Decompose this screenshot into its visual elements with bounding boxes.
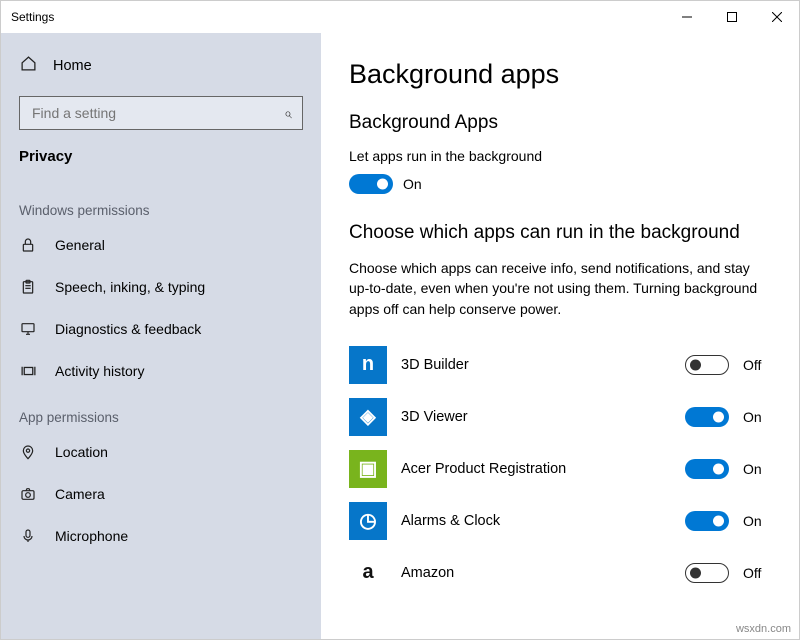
- master-toggle-state: On: [403, 176, 422, 192]
- sidebar-item-label: General: [55, 237, 105, 253]
- sidebar-item-activity-history[interactable]: Activity history: [1, 350, 321, 392]
- app-toggle[interactable]: [685, 355, 729, 375]
- search-input[interactable]: [30, 104, 284, 122]
- app-icon: ◈: [349, 398, 387, 436]
- maximize-button[interactable]: [709, 1, 754, 33]
- microphone-icon: [19, 527, 37, 545]
- sidebar-item-location[interactable]: Location: [1, 431, 321, 473]
- app-toggle-state: On: [743, 461, 771, 477]
- app-row: ◷ Alarms & Clock On: [349, 495, 771, 547]
- page-title: Background apps: [349, 59, 771, 90]
- sidebar-item-label: Diagnostics & feedback: [55, 321, 201, 337]
- sidebar-item-camera[interactable]: Camera: [1, 473, 321, 515]
- app-name: 3D Viewer: [401, 409, 671, 425]
- clipboard-icon: [19, 278, 37, 296]
- minimize-icon: [682, 12, 692, 22]
- camera-icon: [19, 485, 37, 503]
- home-nav[interactable]: Home: [1, 45, 321, 86]
- master-toggle-label: Let apps run in the background: [349, 148, 771, 164]
- close-icon: [772, 12, 782, 22]
- sidebar-item-label: Microphone: [55, 528, 128, 544]
- app-icon: a: [349, 554, 387, 592]
- choose-section-desc: Choose which apps can receive info, send…: [349, 258, 769, 319]
- master-toggle[interactable]: [349, 174, 393, 194]
- location-icon: [19, 443, 37, 461]
- maximize-icon: [727, 12, 737, 22]
- app-toggle[interactable]: [685, 511, 729, 531]
- app-row: ◈ 3D Viewer On: [349, 391, 771, 443]
- app-toggle[interactable]: [685, 459, 729, 479]
- search-icon: ⌕: [284, 105, 292, 122]
- app-name: Acer Product Registration: [401, 461, 671, 477]
- sidebar-item-label: Activity history: [55, 363, 144, 379]
- section-app-permissions: App permissions: [1, 392, 321, 431]
- app-row: a Amazon Off: [349, 547, 771, 599]
- sidebar-item-diagnostics-feedback[interactable]: Diagnostics & feedback: [1, 308, 321, 350]
- app-name: Amazon: [401, 565, 671, 581]
- app-toggle-state: On: [743, 513, 771, 529]
- sidebar-item-label: Speech, inking, & typing: [55, 279, 205, 295]
- app-toggle-state: Off: [743, 565, 771, 581]
- app-list: n 3D Builder Off ◈ 3D Viewer On ▣ Acer Product …: [349, 339, 771, 599]
- app-name: Alarms & Clock: [401, 513, 671, 529]
- app-name: 3D Builder: [401, 357, 671, 373]
- app-icon: ◷: [349, 502, 387, 540]
- lock-icon: [19, 236, 37, 254]
- app-row: n 3D Builder Off: [349, 339, 771, 391]
- app-toggle-state: Off: [743, 357, 771, 373]
- window-title: Settings: [11, 10, 54, 24]
- search-box[interactable]: ⌕: [19, 96, 303, 130]
- sidebar-item-label: Location: [55, 444, 108, 460]
- sidebar-item-label: Camera: [55, 486, 105, 502]
- minimize-button[interactable]: [664, 1, 709, 33]
- section-windows-permissions: Windows permissions: [1, 185, 321, 224]
- sidebar: Home ⌕ Privacy Windows permissions Gener…: [1, 33, 321, 639]
- home-icon: [19, 55, 37, 76]
- app-icon: n: [349, 346, 387, 384]
- feedback-icon: [19, 320, 37, 338]
- close-button[interactable]: [754, 1, 799, 33]
- window-titlebar: Settings: [1, 1, 799, 33]
- app-icon: ▣: [349, 450, 387, 488]
- home-label: Home: [53, 58, 92, 74]
- activity-history-icon: [19, 362, 37, 380]
- app-toggle-state: On: [743, 409, 771, 425]
- app-row: ▣ Acer Product Registration On: [349, 443, 771, 495]
- app-toggle[interactable]: [685, 407, 729, 427]
- current-category: Privacy: [1, 144, 321, 185]
- sidebar-item-general[interactable]: General: [1, 224, 321, 266]
- sidebar-item-speech-inking-typing[interactable]: Speech, inking, & typing: [1, 266, 321, 308]
- app-toggle[interactable]: [685, 563, 729, 583]
- sidebar-item-microphone[interactable]: Microphone: [1, 515, 321, 557]
- master-section-title: Background Apps: [349, 112, 771, 134]
- main-content: Background apps Background Apps Let apps…: [321, 33, 799, 639]
- choose-section-title: Choose which apps can run in the backgro…: [349, 222, 771, 244]
- watermark: wsxdn.com: [736, 623, 791, 635]
